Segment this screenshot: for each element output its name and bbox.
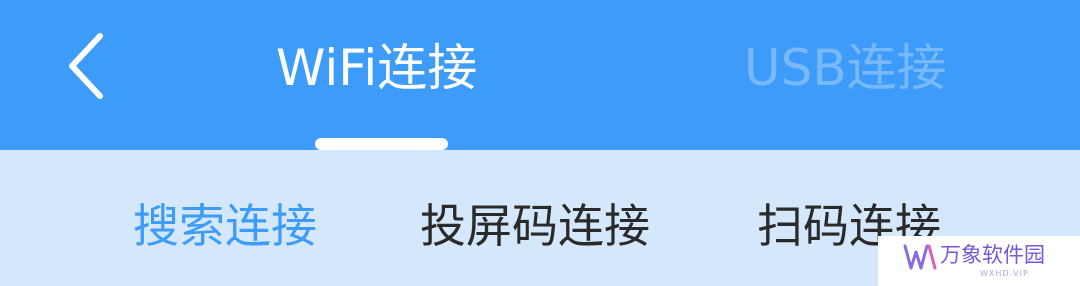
top-bar: WiFi连接 USB连接 bbox=[0, 0, 1080, 150]
subtab-search-connection[interactable]: 搜索连接 bbox=[133, 196, 317, 256]
watermark-logo-icon bbox=[903, 244, 937, 270]
watermark-subtitle: WXHD.VIP bbox=[980, 269, 1029, 278]
watermark-title: 万象软件园 bbox=[940, 243, 1045, 267]
screen: WiFi连接 USB连接 搜索连接 投屏码连接 扫码连接 万象软件园 WXHD.… bbox=[0, 0, 1080, 286]
active-tab-indicator bbox=[315, 138, 448, 150]
tab-usb-connection[interactable]: USB连接 bbox=[744, 36, 947, 100]
watermark: 万象软件园 WXHD.VIP bbox=[878, 236, 1080, 286]
tab-wifi-connection[interactable]: WiFi连接 bbox=[276, 36, 477, 100]
subtab-cast-code-connection[interactable]: 投屏码连接 bbox=[420, 196, 650, 256]
chevron-left-icon bbox=[69, 33, 103, 99]
back-button[interactable] bbox=[48, 26, 128, 106]
